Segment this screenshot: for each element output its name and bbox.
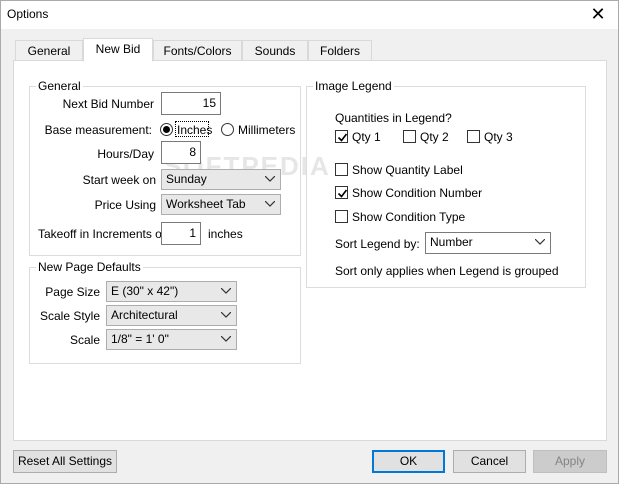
- new-page-defaults-title: New Page Defaults: [36, 260, 143, 274]
- sort-legend-value: Number: [430, 235, 473, 249]
- sort-legend-label: Sort Legend by:: [335, 237, 420, 251]
- general-group-title: General: [36, 79, 83, 93]
- image-legend-title: Image Legend: [313, 79, 394, 93]
- scale-label: Scale: [69, 333, 100, 347]
- options-dialog: Options ✕ General New Bid Fonts/Colors S…: [0, 0, 619, 484]
- hours-day-label: Hours/Day: [97, 147, 154, 161]
- start-week-select[interactable]: Sunday: [161, 169, 281, 190]
- show-quantity-label-checkbox[interactable]: [335, 163, 348, 176]
- page-size-label: Page Size: [45, 285, 100, 299]
- apply-button[interactable]: Apply: [533, 450, 607, 473]
- chevron-down-icon: [264, 170, 276, 189]
- qty1-label[interactable]: Qty 1: [352, 130, 381, 144]
- tab-panel-new-bid: SOFTPEDIA General Next Bid Number 15 Bas…: [13, 60, 607, 441]
- chevron-down-icon: [220, 330, 232, 349]
- qty1-checkbox[interactable]: [335, 130, 348, 143]
- tab-sounds[interactable]: Sounds: [242, 40, 308, 62]
- image-legend-group: Image Legend Quantities in Legend? Qty 1…: [306, 79, 586, 288]
- page-size-select[interactable]: E (30" x 42"): [106, 281, 237, 302]
- quantities-in-legend-label: Quantities in Legend?: [335, 111, 452, 125]
- title-bar: Options ✕: [1, 1, 618, 29]
- scale-value: 1/8" = 1' 0": [111, 332, 169, 346]
- scale-style-value: Architectural: [111, 308, 178, 322]
- qty2-label[interactable]: Qty 2: [420, 130, 449, 144]
- scale-style-label: Scale Style: [39, 309, 100, 323]
- show-quantity-label-text[interactable]: Show Quantity Label: [352, 163, 463, 177]
- takeoff-input[interactable]: 1: [161, 222, 201, 245]
- price-using-select[interactable]: Worksheet Tab: [161, 194, 281, 215]
- tab-general[interactable]: General: [15, 40, 83, 62]
- takeoff-unit: inches: [208, 227, 243, 241]
- show-condition-type-checkbox[interactable]: [335, 210, 348, 223]
- millimeters-label[interactable]: Millimeters: [238, 123, 295, 137]
- chevron-down-icon: [264, 195, 276, 214]
- start-week-label: Start week on: [82, 173, 156, 187]
- sort-note: Sort only applies when Legend is grouped: [335, 264, 559, 278]
- reset-all-settings-button[interactable]: Reset All Settings: [13, 450, 117, 473]
- sort-legend-select[interactable]: Number: [425, 232, 551, 254]
- chevron-down-icon: [534, 233, 546, 252]
- show-condition-number-checkbox[interactable]: [335, 186, 348, 199]
- takeoff-label: Takeoff in Increments of: [38, 227, 166, 241]
- inches-radio[interactable]: [160, 123, 173, 136]
- millimeters-radio[interactable]: [221, 123, 234, 136]
- qty2-checkbox[interactable]: [403, 130, 416, 143]
- start-week-value: Sunday: [166, 172, 207, 186]
- show-condition-number-text[interactable]: Show Condition Number: [352, 186, 482, 200]
- close-icon[interactable]: ✕: [586, 3, 610, 25]
- inches-label[interactable]: Inches: [177, 123, 212, 137]
- chevron-down-icon: [220, 282, 232, 301]
- tab-new-bid[interactable]: New Bid: [83, 38, 153, 62]
- show-condition-type-text[interactable]: Show Condition Type: [352, 210, 465, 224]
- general-group: General Next Bid Number 15 Base measurem…: [29, 79, 301, 256]
- next-bid-label: Next Bid Number: [62, 97, 154, 111]
- next-bid-input[interactable]: 15: [161, 92, 221, 115]
- price-using-value: Worksheet Tab: [166, 197, 246, 211]
- tab-folders[interactable]: Folders: [308, 40, 372, 62]
- window-title: Options: [7, 7, 49, 21]
- price-using-label: Price Using: [94, 198, 156, 212]
- cancel-button[interactable]: Cancel: [453, 450, 526, 473]
- qty3-checkbox[interactable]: [467, 130, 480, 143]
- tab-fonts-colors[interactable]: Fonts/Colors: [153, 40, 242, 62]
- page-size-value: E (30" x 42"): [111, 284, 179, 298]
- qty3-label[interactable]: Qty 3: [484, 130, 513, 144]
- scale-select[interactable]: 1/8" = 1' 0": [106, 329, 237, 350]
- new-page-defaults-group: New Page Defaults Page Size E (30" x 42"…: [29, 260, 301, 364]
- chevron-down-icon: [220, 306, 232, 325]
- ok-button[interactable]: OK: [372, 450, 445, 473]
- hours-day-input[interactable]: 8: [161, 141, 201, 164]
- scale-style-select[interactable]: Architectural: [106, 305, 237, 326]
- base-measurement-label: Base measurement:: [44, 123, 152, 137]
